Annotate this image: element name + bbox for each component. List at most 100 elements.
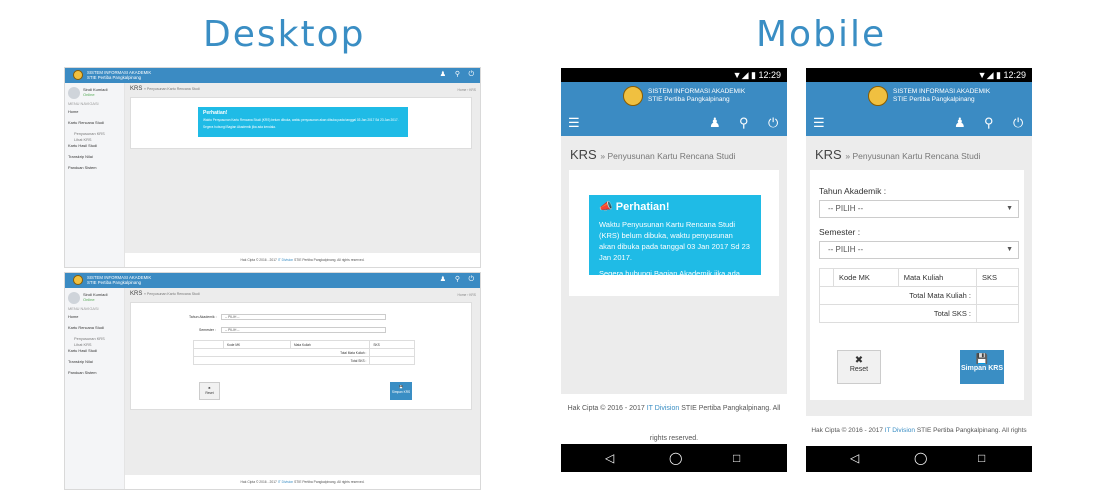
footer: Hak Cipta © 2016 - 2017 IT Division STIE… bbox=[125, 475, 480, 489]
power-icon[interactable]: ⏻ bbox=[468, 71, 474, 79]
tahun-label: Tahun Akademik : bbox=[189, 315, 217, 319]
status-bar: ▼◢ ▮ 12:29 bbox=[806, 68, 1032, 82]
footer-link[interactable]: IT Division bbox=[278, 480, 293, 484]
mobile-content: KRS » Penyusunan Kartu Rencana Studi Tah… bbox=[806, 136, 1032, 416]
semester-select[interactable]: -- PILIH -- bbox=[221, 327, 386, 333]
home-icon[interactable]: ◯ bbox=[914, 451, 927, 465]
alert-card: 📣 Perhatian! Waktu Penyusunan Kartu Renc… bbox=[569, 170, 779, 296]
logo bbox=[868, 86, 888, 106]
key-icon[interactable]: ⚲ bbox=[984, 116, 994, 129]
sidebar-item-panduan[interactable]: Panduan Sistem bbox=[68, 370, 122, 381]
breadcrumb-home[interactable]: Home bbox=[457, 293, 466, 297]
avatar bbox=[68, 87, 80, 99]
reset-button[interactable]: ✖ Reset bbox=[199, 382, 220, 400]
power-icon[interactable]: ⏻ bbox=[1013, 116, 1023, 129]
user-icon[interactable]: ♟ bbox=[440, 71, 446, 79]
top-bar: SISTEM INFORMASI AKADEMIK STIE Pertiba Pa… bbox=[65, 273, 480, 288]
semester-label: Semester : bbox=[819, 227, 861, 237]
page-subtitle: » Penyusunan Kartu Rencana Studi bbox=[144, 87, 200, 91]
alert-box: Perhatian! Waktu Penyusunan Kartu Rencan… bbox=[198, 107, 408, 137]
sidebar-item-transkrip[interactable]: Transkrip Nilai bbox=[68, 154, 122, 165]
logo bbox=[73, 275, 83, 285]
key-icon[interactable]: ⚲ bbox=[455, 71, 460, 79]
logo bbox=[623, 86, 643, 106]
col-sks: SKS bbox=[369, 340, 415, 349]
tahun-select[interactable]: -- PILIH -- bbox=[221, 314, 386, 320]
alert-title: Perhatian! bbox=[203, 110, 228, 116]
key-icon[interactable]: ⚲ bbox=[455, 276, 460, 284]
sidebar-item-khs[interactable]: Kartu Hasil Studi bbox=[68, 348, 122, 359]
col-mata: Mata Kuliah bbox=[897, 268, 978, 287]
save-button[interactable]: 💾 Simpan KRS bbox=[960, 350, 1004, 384]
mobile-content: KRS » Penyusunan Kartu Rencana Studi 📣 P… bbox=[561, 136, 787, 394]
breadcrumb-home[interactable]: Home bbox=[457, 88, 466, 92]
alert-body: Waktu Penyusunan Kartu Rencana Studi (KR… bbox=[599, 220, 750, 262]
total-sks: Total SKS : bbox=[192, 356, 371, 365]
alert-box: 📣 Perhatian! Waktu Penyusunan Kartu Renc… bbox=[589, 195, 761, 289]
footer: Hak Cipta © 2016 - 2017 IT Division STIE… bbox=[806, 416, 1032, 464]
tahun-select[interactable]: -- PILIH -- ▼ bbox=[819, 200, 1019, 218]
tahun-label: Tahun Akademik : bbox=[819, 186, 887, 196]
sidebar-item-home[interactable]: Home bbox=[68, 314, 122, 325]
col-mata: Mata Kuliah bbox=[289, 340, 371, 349]
sidebar-caption: MENU NAVIGASI bbox=[68, 101, 99, 106]
back-icon[interactable]: ◁ bbox=[605, 451, 614, 465]
app-subtitle: STIE Pertiba Pangkalpinang bbox=[893, 96, 975, 103]
sidebar-item-transkrip[interactable]: Transkrip Nilai bbox=[68, 359, 122, 370]
page-subtitle: » Penyusunan Kartu Rencana Studi bbox=[845, 151, 981, 161]
alert-body: Waktu Penyusunan Kartu Rencana Studi (KR… bbox=[203, 118, 399, 122]
home-icon[interactable]: ◯ bbox=[669, 451, 682, 465]
footer-link[interactable]: IT Division bbox=[647, 405, 680, 412]
krs-table: Kode MK Mata Kuliah SKS Total Mata Kuliah … bbox=[192, 340, 415, 365]
power-icon[interactable]: ⏻ bbox=[768, 116, 778, 129]
status-bar: ▼◢ ▮ 12:29 bbox=[561, 68, 787, 82]
user-icon[interactable]: ♟ bbox=[709, 116, 721, 129]
app-title: SISTEM INFORMASI AKADEMIK bbox=[893, 88, 991, 95]
app-title: SISTEM INFORMASI AKADEMIK bbox=[648, 88, 746, 95]
logo bbox=[73, 70, 83, 80]
page-title: KRS bbox=[130, 291, 143, 297]
sidebar-caption: MENU NAVIGASI bbox=[68, 306, 99, 311]
alert-card: Perhatian! Waktu Penyusunan Kartu Rencan… bbox=[130, 97, 472, 149]
bars-icon[interactable]: ☰ bbox=[568, 116, 580, 129]
sidebar-item-krs[interactable]: Kartu Rencana Studi bbox=[68, 120, 122, 131]
user-icon[interactable]: ♟ bbox=[954, 116, 966, 129]
main-content: KRS » Penyusunan Kartu Rencana Studi Hom… bbox=[125, 83, 480, 267]
form-card: Tahun Akademik : -- PILIH -- Semester : … bbox=[130, 302, 472, 410]
android-nav-bar: ◁ ◯ □ bbox=[806, 446, 1032, 472]
semester-label: Semester : bbox=[199, 328, 216, 332]
reset-button[interactable]: ✖ Reset bbox=[837, 350, 881, 384]
user-icon[interactable]: ♟ bbox=[440, 276, 446, 284]
mobile-nav: ☰ ♟ ⚲ ⏻ bbox=[806, 109, 1032, 136]
page-title: KRS bbox=[815, 147, 842, 162]
footer: Hak Cipta © 2016 - 2017 IT Division STIE… bbox=[125, 253, 480, 267]
power-icon[interactable]: ⏻ bbox=[468, 276, 474, 284]
app-subtitle: STIE Pertiba Pangkalpinang bbox=[87, 280, 141, 285]
megaphone-icon: 📣 bbox=[599, 201, 613, 213]
main-content: KRS » Penyusunan Kartu Rencana Studi Hom… bbox=[125, 288, 480, 489]
col-kode: Kode MK bbox=[833, 268, 899, 287]
sidebar-item-krs[interactable]: Kartu Rencana Studi bbox=[68, 325, 122, 336]
recent-icon[interactable]: □ bbox=[978, 451, 985, 465]
app-subtitle: STIE Pertiba Pangkalpinang bbox=[87, 75, 141, 80]
bars-icon[interactable]: ☰ bbox=[813, 116, 825, 129]
alert-title: Perhatian! bbox=[615, 201, 670, 213]
key-icon[interactable]: ⚲ bbox=[739, 116, 749, 129]
sidebar-item-khs[interactable]: Kartu Hasil Studi bbox=[68, 143, 122, 154]
page-subtitle: » Penyusunan Kartu Rencana Studi bbox=[144, 292, 200, 296]
krs-table: Kode MK Mata Kuliah SKS Total Mata Kuliah … bbox=[819, 268, 1019, 323]
sidebar: Sindi Kumiadi Online MENU NAVIGASI Home K… bbox=[65, 288, 125, 489]
sidebar-item-panduan[interactable]: Panduan Sistem bbox=[68, 165, 122, 176]
mobile-screen-alert: ▼◢ ▮ 12:29 SISTEM INFORMASI AKADEMIK STIE… bbox=[561, 68, 787, 472]
semester-select[interactable]: -- PILIH -- ▼ bbox=[819, 241, 1019, 259]
mobile-header: SISTEM INFORMASI AKADEMIK STIE Pertiba Pa… bbox=[561, 82, 787, 109]
form-card: Tahun Akademik : -- PILIH -- ▼ Semester :… bbox=[810, 170, 1024, 400]
sidebar-item-home[interactable]: Home bbox=[68, 109, 122, 120]
page-subtitle: » Penyusunan Kartu Rencana Studi bbox=[600, 151, 736, 161]
footer-link[interactable]: IT Division bbox=[278, 258, 293, 262]
save-button[interactable]: 💾 Simpan KRS bbox=[390, 382, 412, 400]
page-title: KRS bbox=[570, 147, 597, 162]
recent-icon[interactable]: □ bbox=[733, 451, 740, 465]
footer-link[interactable]: IT Division bbox=[885, 427, 915, 434]
back-icon[interactable]: ◁ bbox=[850, 451, 859, 465]
